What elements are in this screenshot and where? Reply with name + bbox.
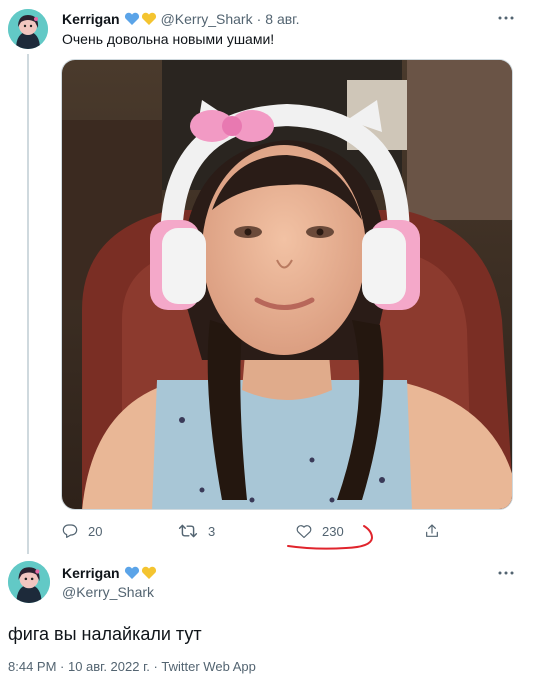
heart-emojis — [124, 566, 157, 580]
reply-count: 20 — [88, 523, 103, 539]
tweet-meta[interactable]: 8:44 PM · 10 авг. 2022 г. · Twitter Web … — [8, 659, 256, 674]
author-handle[interactable]: @Kerry_Shark — [62, 584, 154, 600]
retweet-button[interactable]: 3 — [178, 520, 215, 542]
blue-heart-icon — [124, 566, 139, 579]
author-handle[interactable]: @Kerry_Shark — [161, 11, 253, 27]
reply-button[interactable]: 20 — [62, 520, 102, 542]
author-name[interactable]: Kerrigan — [62, 11, 120, 27]
yellow-heart-icon — [141, 566, 156, 579]
reply-icon — [62, 524, 78, 538]
reply-text: фига вы налайкали тут — [8, 624, 202, 644]
share-button[interactable] — [424, 520, 440, 542]
retweet-count: 3 — [208, 523, 216, 539]
separator-dot: · — [256, 11, 262, 27]
retweet-icon — [178, 524, 198, 538]
tweet-photo[interactable] — [61, 59, 513, 510]
more-options-icon[interactable] — [496, 563, 516, 583]
avatar[interactable] — [8, 561, 50, 603]
reply-author: Kerrigan — [62, 565, 157, 581]
thread-line — [27, 54, 29, 554]
share-icon — [426, 524, 438, 537]
avatar[interactable] — [8, 9, 48, 49]
heart-emojis — [124, 12, 157, 26]
yellow-heart-icon — [141, 12, 156, 25]
author-name[interactable]: Kerrigan — [62, 565, 120, 581]
red-annotation-scribble — [287, 525, 374, 550]
tweet[interactable]: Kerrigan @Kerry_Shark · 8 авг. Очень дов… — [0, 0, 534, 554]
tweet-time[interactable]: 8 авг. — [265, 11, 299, 27]
tweet-actions: 20 3 230 — [62, 520, 452, 542]
reply-tweet[interactable]: Kerrigan @Kerry_Shark фига вы налайкали … — [0, 552, 534, 685]
more-options-icon[interactable] — [496, 8, 516, 28]
tweet-header: Kerrigan @Kerry_Shark · 8 авг. — [62, 10, 299, 28]
blue-heart-icon — [124, 12, 139, 25]
tweet-text: Очень довольна новыми ушами! — [62, 31, 275, 47]
